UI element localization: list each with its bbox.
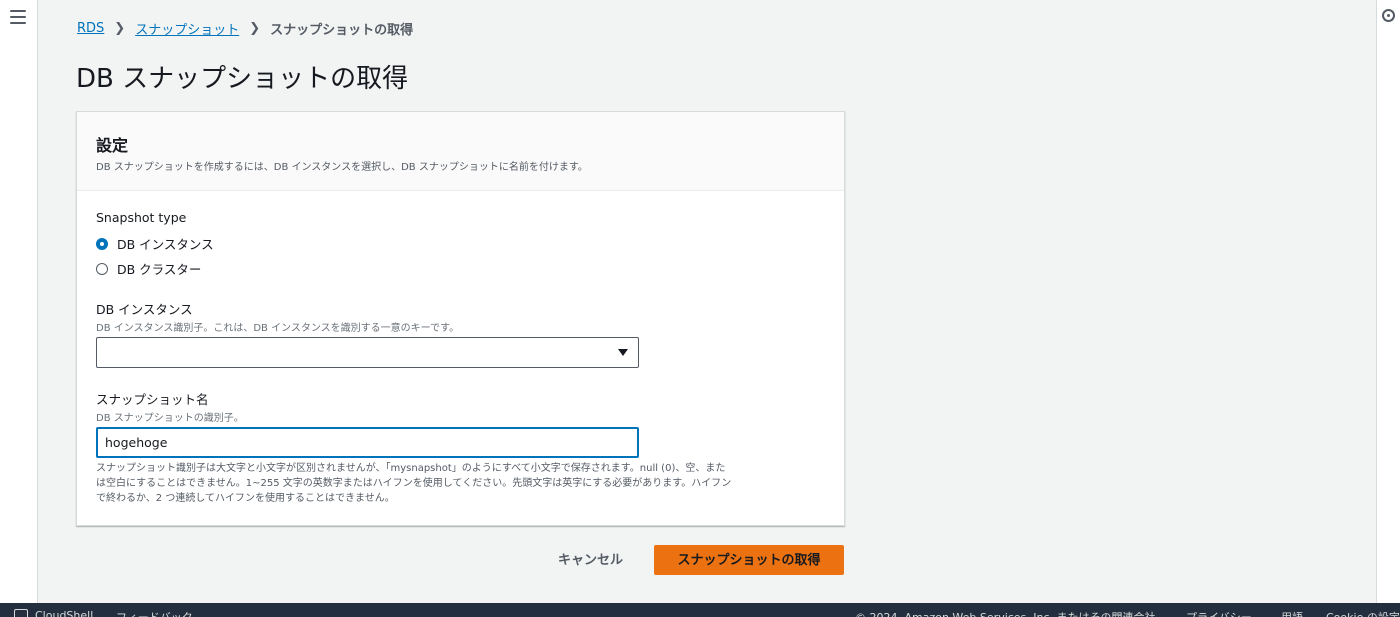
radio-db-cluster[interactable]: DB クラスター	[96, 259, 201, 278]
db-instance-select[interactable]	[96, 337, 639, 368]
chevron-right-icon: ❯	[114, 20, 126, 36]
snapshot-name-description: DB スナップショットの識別子。	[96, 413, 244, 424]
caret-down-icon[interactable]	[618, 349, 628, 356]
snapshot-name-label: スナップショット名	[96, 392, 209, 407]
settings-panel: 設定 DB スナップショットを作成するには、DB インスタンスを選択し、DB ス…	[76, 111, 845, 526]
settings-icon[interactable]	[1382, 9, 1395, 22]
settings-panel-header: 設定 DB スナップショットを作成するには、DB インスタンスを選択し、DB ス…	[77, 112, 844, 191]
hint-line: スナップショット識別子は大文字と小文字が区別されませんが、「mysnapshot…	[96, 463, 726, 474]
terms-link[interactable]: 用語	[1281, 609, 1303, 617]
snapshot-name-hint: スナップショット識別子は大文字と小文字が区別されませんが、「mysnapshot…	[96, 461, 831, 506]
breadcrumb-snapshots-link[interactable]: スナップショット	[135, 19, 239, 38]
feedback-link[interactable]: フィードバック	[116, 609, 193, 617]
right-utility-rail	[1376, 0, 1400, 603]
terminal-icon[interactable]	[14, 609, 28, 617]
cloudshell-link[interactable]: CloudShell	[35, 609, 93, 617]
radio-checked-icon[interactable]	[96, 237, 108, 250]
db-instance-description: DB インスタンス識別子。これは、DB インスタンスを識別する一意のキーです。	[96, 323, 460, 334]
hint-line: は空白にすることはできません。1~255 文字の英数字またはハイフンを使用してく…	[96, 478, 732, 489]
radio-db-instance[interactable]: DB インスタンス	[96, 234, 214, 253]
cookie-settings-link[interactable]: Cookie の設定	[1326, 609, 1400, 617]
settings-description: DB スナップショットを作成するには、DB インスタンスを選択し、DB スナップ…	[96, 162, 588, 173]
radio-unchecked-icon[interactable]	[96, 262, 108, 275]
hint-line: で終わるか、2 つ連続してハイフンを使用することはできません。	[96, 493, 395, 504]
snapshot-name-input[interactable]	[96, 427, 639, 458]
copyright-text: © 2024, Amazon Web Services, Inc. またはその関…	[855, 609, 1167, 617]
db-instance-label: DB インスタンス	[96, 302, 193, 317]
footer: CloudShell フィードバック © 2024, Amazon Web Se…	[0, 603, 1400, 617]
take-snapshot-button[interactable]: スナップショットの取得	[654, 545, 844, 575]
cancel-button[interactable]: キャンセル	[548, 545, 633, 575]
privacy-link[interactable]: プライバシー	[1186, 609, 1252, 617]
page-title: DB スナップショットの取得	[76, 64, 409, 94]
snapshot-type-label: Snapshot type	[96, 210, 187, 225]
radio-db-cluster-label: DB クラスター	[117, 262, 202, 277]
radio-db-instance-label: DB インスタンス	[117, 237, 214, 252]
chevron-right-icon: ❯	[249, 20, 261, 36]
breadcrumb-rds-link[interactable]: RDS	[77, 21, 104, 36]
breadcrumb: RDS ❯ スナップショット ❯ スナップショットの取得	[77, 19, 414, 38]
settings-title: 設定	[96, 136, 129, 155]
left-nav-rail	[0, 0, 38, 603]
breadcrumb-current: スナップショットの取得	[270, 22, 414, 38]
hamburger-menu-icon[interactable]	[10, 10, 26, 24]
